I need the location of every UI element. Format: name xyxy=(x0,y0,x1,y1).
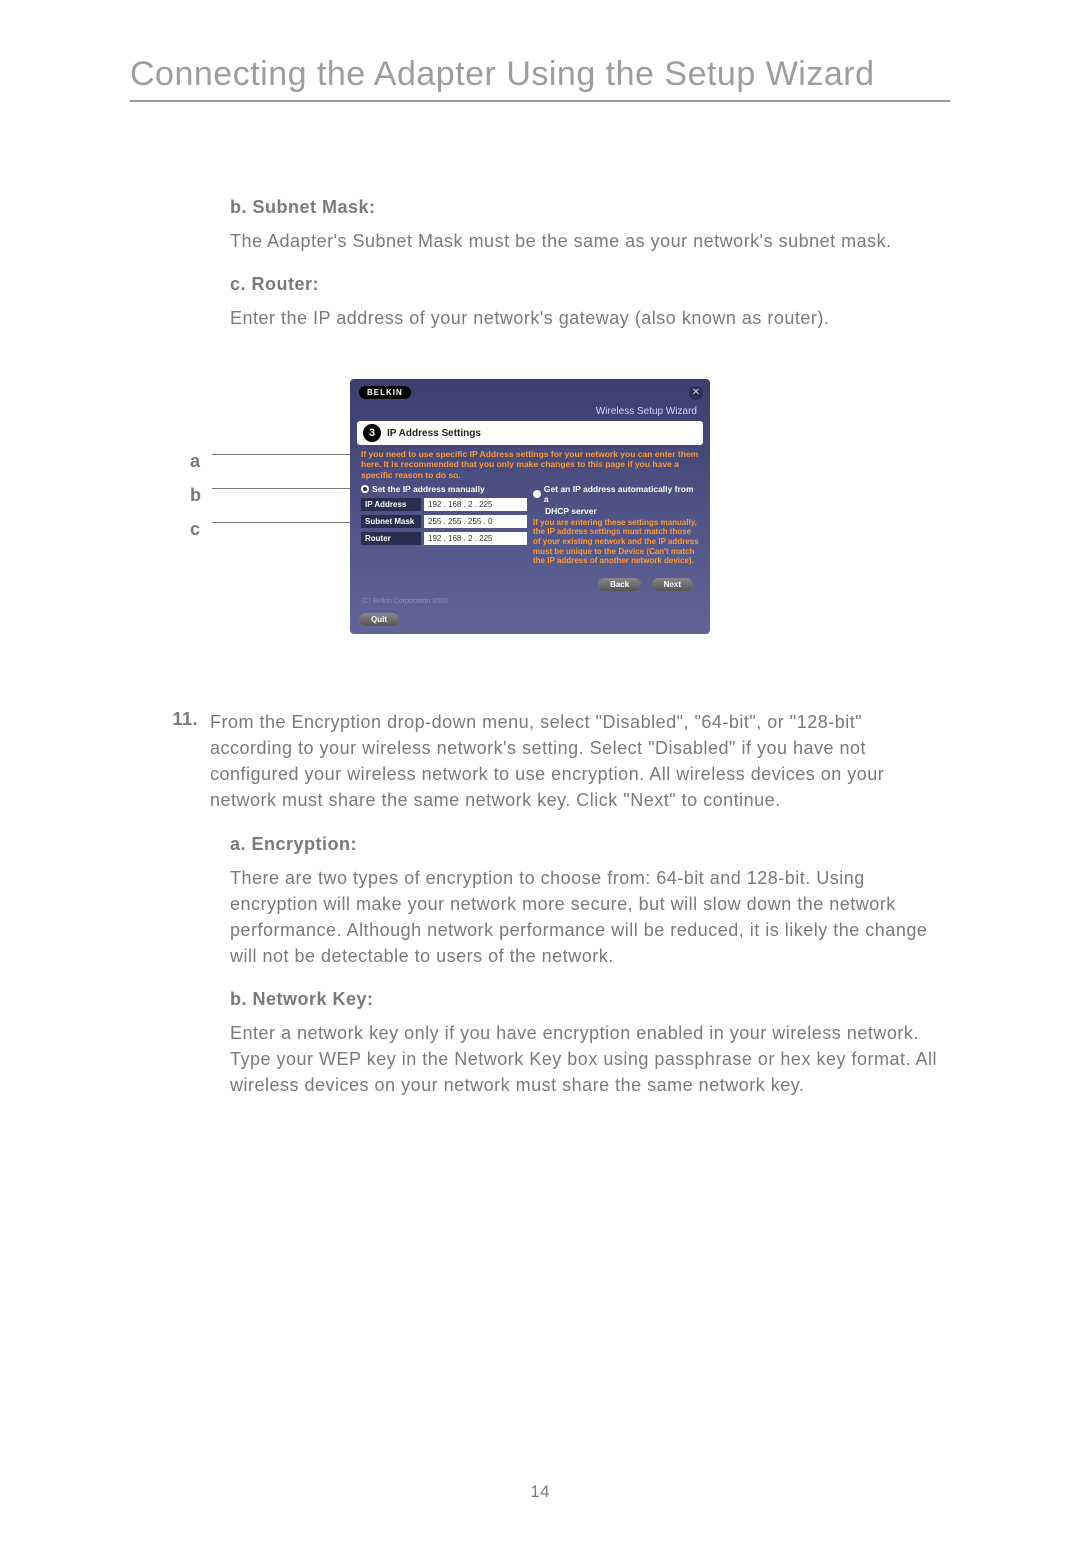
ip-input[interactable]: 192 . 168 . 2 . 225 xyxy=(424,498,527,511)
callout-a: a xyxy=(190,444,201,478)
radio-manual[interactable]: Set the IP address manually xyxy=(361,484,527,494)
router-input[interactable]: 192 . 168 . 2 . 225 xyxy=(424,532,527,545)
radio-icon xyxy=(533,490,541,498)
copyright-text: (C) Belkin Corporation 2003 xyxy=(353,598,707,607)
dhcp-sub: DHCP server xyxy=(545,506,699,516)
router-label: Router xyxy=(361,532,421,545)
close-icon[interactable]: ✕ xyxy=(689,386,703,400)
encryption-heading: a. Encryption: xyxy=(230,834,950,855)
subnet-heading: b. Subnet Mask: xyxy=(230,197,950,218)
callout-b: b xyxy=(190,478,201,512)
networkkey-body: Enter a network key only if you have enc… xyxy=(230,1020,950,1098)
wizard-figure: a b c BELKIN ✕ Wireless Setup Wizard 3 I… xyxy=(130,379,950,639)
callout-c: c xyxy=(190,512,201,546)
page-number: 14 xyxy=(0,1482,1080,1502)
quit-button[interactable]: Quit xyxy=(359,613,399,626)
router-heading: c. Router: xyxy=(230,274,950,295)
wizard-window: BELKIN ✕ Wireless Setup Wizard 3 IP Addr… xyxy=(350,379,710,634)
next-button[interactable]: Next xyxy=(652,578,693,591)
encryption-body: There are two types of encryption to cho… xyxy=(230,865,950,969)
subnet-label: Subnet Mask xyxy=(361,515,421,528)
back-button[interactable]: Back xyxy=(598,578,641,591)
wizard-right-text: If you are entering these settings manua… xyxy=(533,518,699,566)
networkkey-heading: b. Network Key: xyxy=(230,989,950,1010)
wizard-warning: If you need to use specific IP Address s… xyxy=(353,449,707,484)
wizard-header-text: IP Address Settings xyxy=(387,428,481,439)
radio-manual-label: Set the IP address manually xyxy=(372,484,485,494)
radio-icon xyxy=(361,485,369,493)
step-number-icon: 3 xyxy=(363,424,381,442)
ip-label: IP Address xyxy=(361,498,421,511)
radio-dhcp-label: Get an IP address automatically from a xyxy=(544,484,699,504)
page-title: Connecting the Adapter Using the Setup W… xyxy=(130,55,950,102)
wizard-header: 3 IP Address Settings xyxy=(357,421,703,445)
step11-body: From the Encryption drop-down menu, sele… xyxy=(210,709,950,813)
subnet-body: The Adapter's Subnet Mask must be the sa… xyxy=(230,228,950,254)
brand-logo: BELKIN xyxy=(359,386,411,399)
wizard-title: Wireless Setup Wizard xyxy=(353,406,707,421)
router-body: Enter the IP address of your network's g… xyxy=(230,305,950,331)
subnet-input[interactable]: 255 . 255 . 255 . 0 xyxy=(424,515,527,528)
step-number: 11. xyxy=(170,709,198,813)
radio-dhcp[interactable]: Get an IP address automatically from a xyxy=(533,484,699,504)
